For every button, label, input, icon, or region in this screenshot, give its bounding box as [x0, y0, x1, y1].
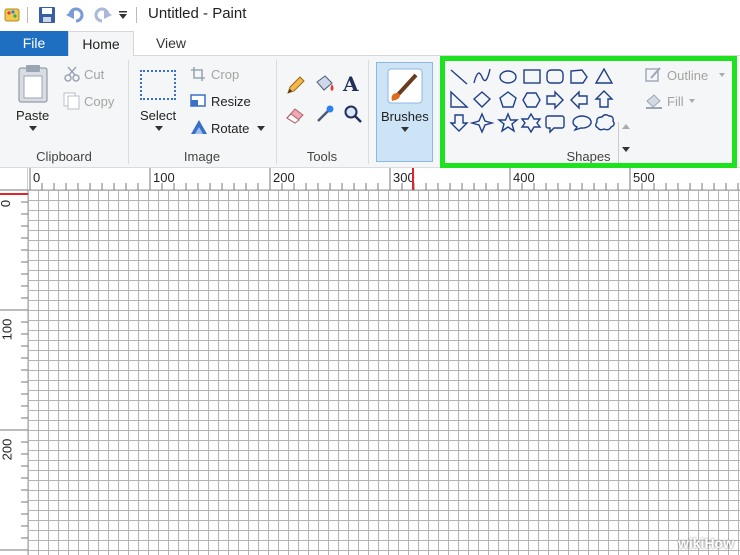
- crop-button[interactable]: Crop: [211, 67, 239, 82]
- text-tool-icon[interactable]: A: [343, 72, 359, 96]
- rotate-dropdown-icon[interactable]: [257, 126, 265, 132]
- copy-icon[interactable]: [63, 92, 81, 110]
- rotate-icon[interactable]: [190, 119, 208, 135]
- resize-button[interactable]: Resize: [211, 94, 251, 109]
- paste-icon[interactable]: [16, 64, 50, 104]
- resize-icon[interactable]: [190, 92, 206, 108]
- fill-bucket-icon[interactable]: [313, 74, 335, 96]
- wikihow-watermark: wikiHow: [677, 535, 734, 551]
- select-button[interactable]: Select: [140, 108, 176, 123]
- ruler-label: 100: [153, 170, 175, 185]
- magnifier-icon[interactable]: [343, 104, 363, 124]
- brushes-dropdown-icon: [401, 127, 409, 132]
- tab-view[interactable]: View: [136, 31, 206, 56]
- pencil-icon[interactable]: [285, 76, 305, 96]
- save-icon[interactable]: [38, 6, 56, 24]
- eraser-icon[interactable]: [285, 106, 305, 124]
- select-dropdown-icon[interactable]: [155, 126, 163, 132]
- ruler-label: 500: [633, 170, 655, 185]
- ruler-label: 0: [0, 200, 13, 207]
- ruler-label: 0: [33, 170, 41, 185]
- canvas-gridlines: [28, 190, 740, 555]
- vertical-ruler-ticks: [0, 189, 28, 551]
- tab-home[interactable]: Home: [68, 31, 134, 57]
- paint-app-icon[interactable]: [4, 6, 22, 24]
- crop-icon[interactable]: [190, 66, 206, 82]
- paste-dropdown-icon[interactable]: [29, 126, 37, 132]
- brushes-button[interactable]: Brushes: [376, 62, 433, 162]
- window-title: Untitled - Paint: [148, 5, 247, 22]
- cut-icon[interactable]: [64, 66, 80, 82]
- cut-button[interactable]: Cut: [84, 67, 104, 82]
- title-bar: Untitled - Paint: [0, 0, 740, 31]
- ribbon-tabs: File Home View: [0, 31, 740, 57]
- ruler-label: 100: [0, 318, 15, 341]
- customize-quick-access-icon[interactable]: [118, 10, 128, 20]
- qa-separator: [27, 7, 28, 23]
- brushes-label: Brushes: [381, 109, 429, 124]
- select-icon[interactable]: [140, 70, 176, 100]
- redo-icon[interactable]: [92, 6, 112, 24]
- tools-group-label: Tools: [306, 149, 338, 164]
- vertical-ruler: 0 100 200: [0, 168, 28, 555]
- ruler-position-marker-vertical: [0, 193, 30, 195]
- brush-icon: [387, 68, 423, 104]
- ruler-label: 200: [273, 170, 295, 185]
- group-separator: [368, 60, 369, 164]
- drawing-canvas[interactable]: [28, 190, 740, 555]
- color-picker-icon[interactable]: [315, 104, 335, 124]
- horizontal-ruler: 0 100 200 300 400 500: [28, 168, 740, 190]
- title-separator: [136, 7, 137, 23]
- paste-button[interactable]: Paste: [16, 108, 49, 123]
- shapes-highlight-box: [440, 56, 737, 168]
- rotate-button[interactable]: Rotate: [211, 121, 249, 136]
- undo-icon[interactable]: [66, 6, 86, 24]
- tab-file[interactable]: File: [0, 31, 68, 56]
- clipboard-group-label: Clipboard: [36, 149, 92, 164]
- copy-button[interactable]: Copy: [84, 94, 114, 109]
- ruler-label: 400: [513, 170, 535, 185]
- image-group-label: Image: [183, 149, 221, 164]
- ruler-label: 200: [0, 438, 15, 461]
- ruler-position-marker: [412, 168, 414, 190]
